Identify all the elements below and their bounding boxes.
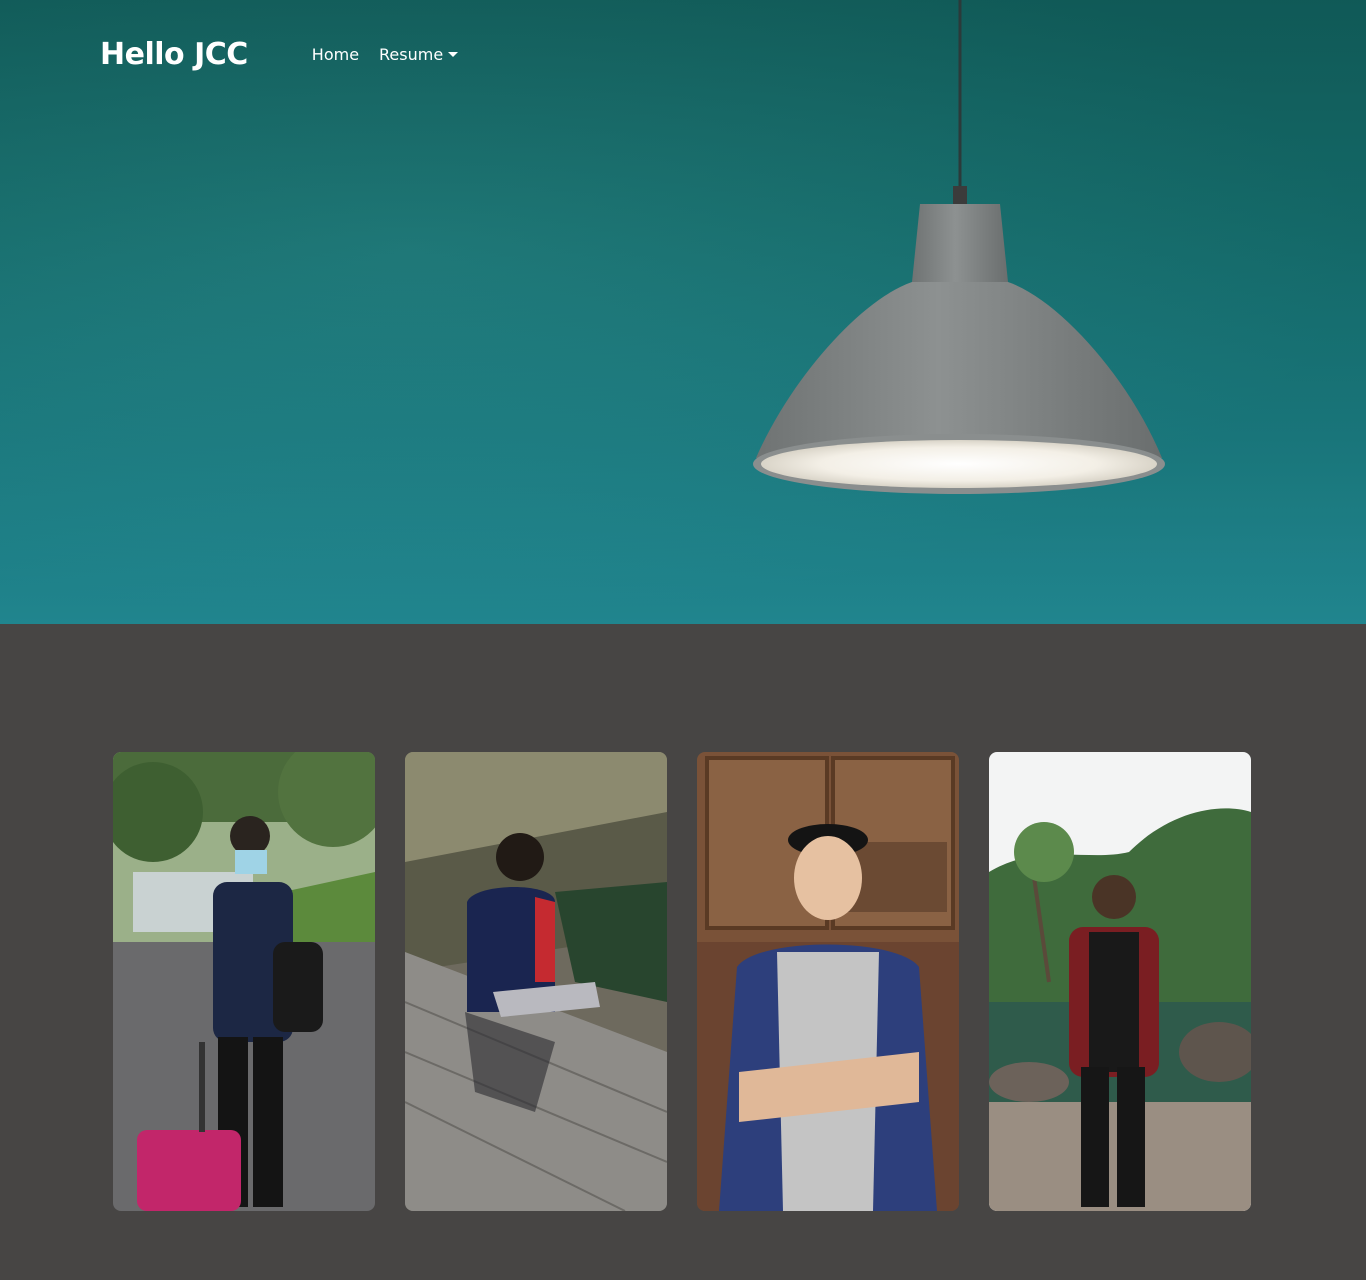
photo-card-suitcase[interactable] [113, 752, 375, 1211]
photo-person-with-suitcase [113, 752, 375, 1211]
caret-down-icon [448, 51, 459, 57]
photo-person-in-park [989, 752, 1251, 1211]
photo-person-arms-crossed [697, 752, 959, 1211]
hero-banner: Hello JCC Home Resume [0, 0, 1366, 624]
brand-logo[interactable]: Hello JCC [100, 37, 248, 72]
nav-resume-label: Resume [379, 44, 444, 64]
navbar: Hello JCC Home Resume [100, 34, 1366, 74]
gallery-section [0, 624, 1366, 1280]
photo-card-arms-crossed[interactable] [697, 752, 959, 1211]
photo-gallery [113, 752, 1251, 1211]
nav-links: Home Resume [312, 44, 459, 64]
nav-home-label: Home [311, 44, 360, 64]
photo-person-sitting-by-river [405, 752, 667, 1211]
nav-resume-dropdown[interactable]: Resume [379, 44, 459, 64]
photo-card-park[interactable] [989, 752, 1251, 1211]
pendant-lamp-image [753, 0, 1165, 494]
nav-home-link[interactable]: Home [312, 45, 359, 64]
photo-card-river[interactable] [405, 752, 667, 1211]
